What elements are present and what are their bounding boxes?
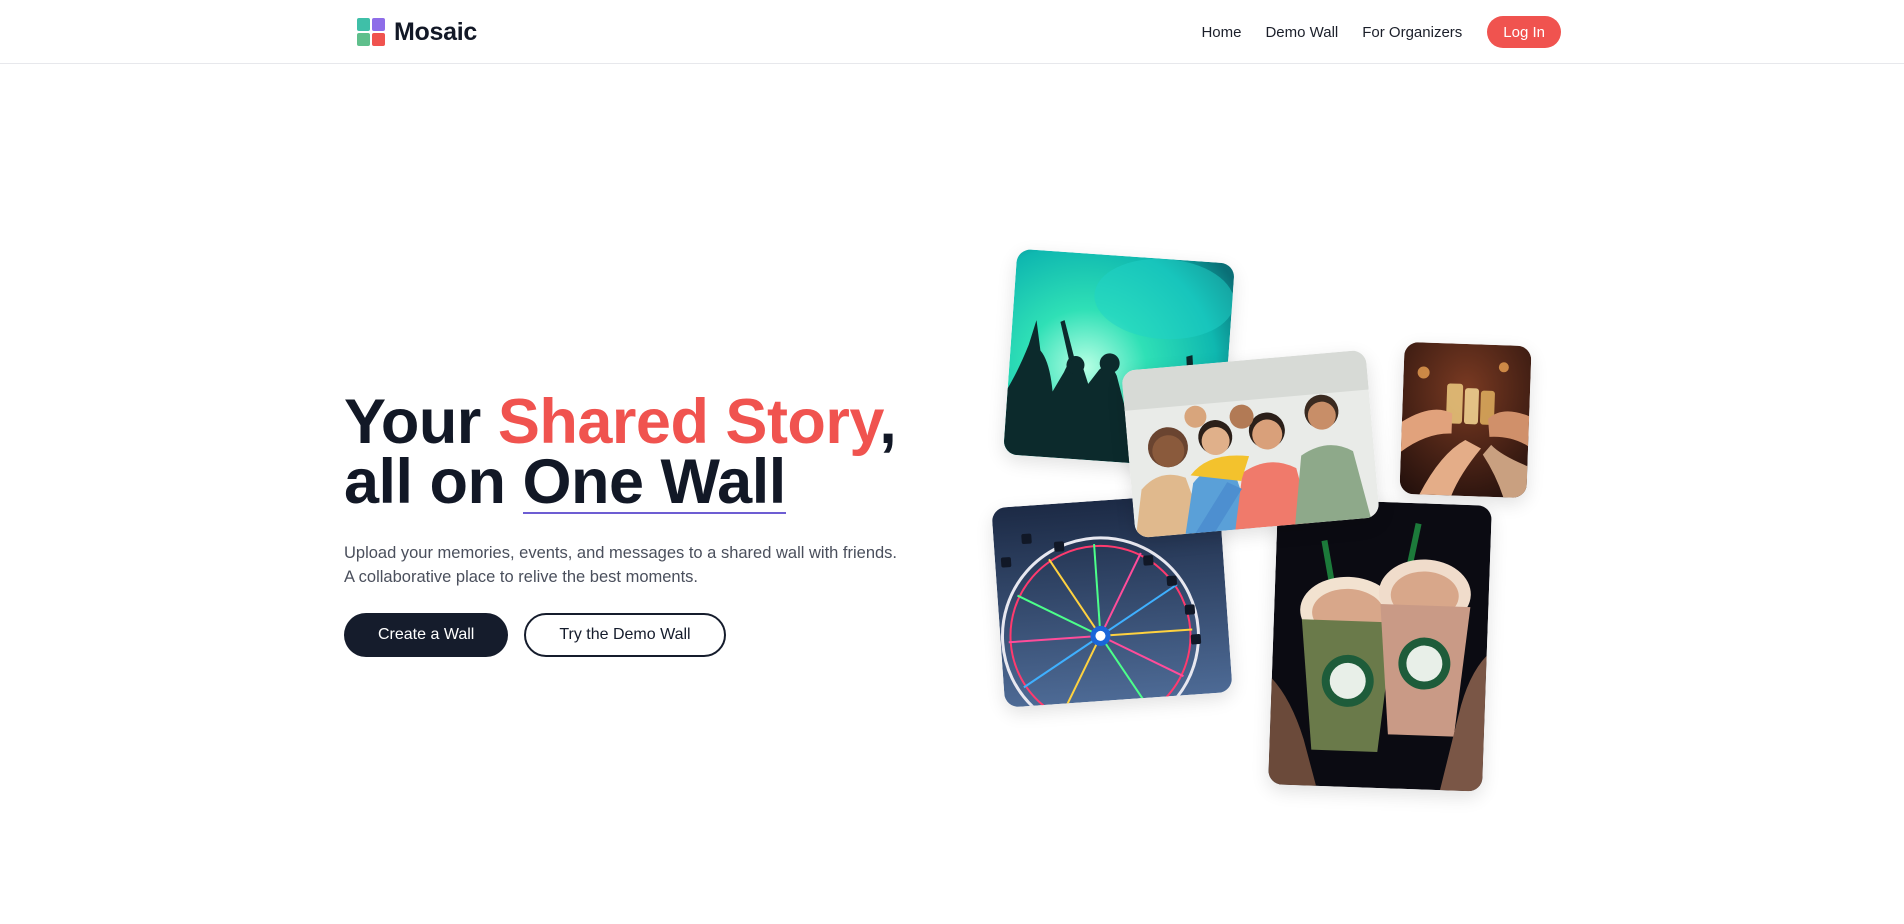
hero-title-comma: , <box>879 387 897 457</box>
hero-title: Your Shared Story, all on One Wall <box>344 391 897 517</box>
try-demo-wall-button[interactable]: Try the Demo Wall <box>524 613 726 657</box>
friends-selfie-photo <box>1121 349 1380 539</box>
photo-collage <box>0 0 1904 924</box>
hero-subtitle: Upload your memories, events, and messag… <box>344 544 898 586</box>
hero-cta-group: Create a Wall Try the Demo Wall <box>344 613 726 657</box>
create-wall-button[interactable]: Create a Wall <box>344 613 509 657</box>
ferris-wheel-photo <box>991 492 1233 708</box>
nav-link-home[interactable]: Home <box>1201 24 1241 41</box>
drinks-photo <box>1268 498 1492 792</box>
mosaic-logo-icon <box>357 18 385 46</box>
login-button[interactable]: Log In <box>1487 16 1561 48</box>
nav-link-demo-wall[interactable]: Demo Wall <box>1265 24 1338 41</box>
nav-link-for-organizers[interactable]: For Organizers <box>1362 24 1462 41</box>
concert-photo <box>1003 248 1235 470</box>
hero-title-line2-prefix: all on <box>344 447 506 517</box>
main-nav: Home Demo Wall For Organizers Log In <box>1177 16 1561 48</box>
cheers-photo <box>1399 341 1532 499</box>
top-navigation-bar: Mosaic Home Demo Wall For Organizers Log… <box>0 0 1904 64</box>
hero-title-underlined: One Wall <box>522 447 786 517</box>
brand-name: Mosaic <box>394 17 477 46</box>
brand-logo[interactable]: Mosaic <box>357 17 477 47</box>
